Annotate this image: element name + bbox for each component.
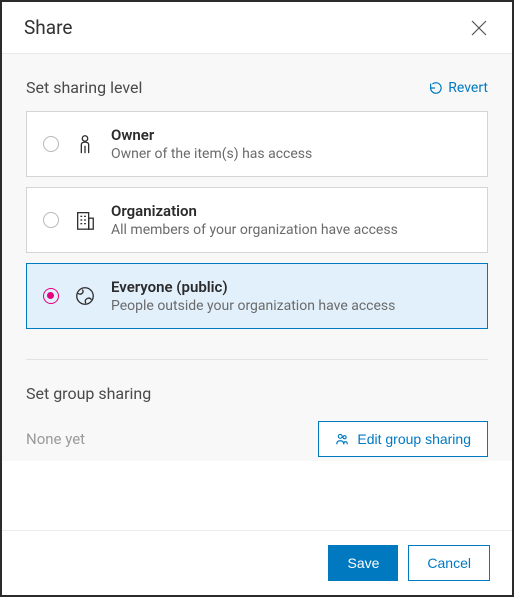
dialog-footer: Save Cancel (2, 530, 512, 595)
group-sharing-row: None yet Edit group sharing (26, 421, 488, 457)
option-desc: All members of your organization have ac… (111, 222, 398, 238)
group-icon (335, 432, 349, 446)
sharing-option-owner[interactable]: Owner Owner of the item(s) has access (26, 111, 488, 177)
group-sharing-title: Set group sharing (26, 384, 488, 403)
option-desc: Owner of the item(s) has access (111, 146, 312, 162)
globe-icon (73, 284, 97, 308)
cancel-button[interactable]: Cancel (408, 545, 490, 581)
group-sharing-none: None yet (26, 430, 85, 448)
revert-label: Revert (448, 80, 488, 96)
sharing-level-head: Set sharing level Revert (26, 78, 488, 97)
option-desc: People outside your organization have ac… (111, 298, 395, 314)
option-label: Organization (111, 202, 398, 220)
radio-organization[interactable] (43, 212, 59, 228)
revert-icon (428, 81, 442, 95)
section-divider (26, 359, 488, 360)
save-button[interactable]: Save (328, 545, 398, 581)
dialog-title: Share (24, 16, 72, 39)
sharing-option-organization[interactable]: Organization All members of your organiz… (26, 187, 488, 253)
edit-group-sharing-label: Edit group sharing (357, 431, 471, 447)
option-label: Owner (111, 126, 312, 144)
close-icon (470, 19, 488, 37)
dialog-header: Share (2, 2, 512, 54)
radio-everyone[interactable] (43, 288, 59, 304)
organization-icon (73, 208, 97, 232)
sharing-level-title: Set sharing level (26, 78, 142, 97)
close-button[interactable] (468, 17, 490, 39)
sharing-options: Owner Owner of the item(s) has access Or… (26, 111, 488, 329)
revert-button[interactable]: Revert (428, 80, 488, 96)
person-icon (73, 132, 97, 156)
sharing-option-everyone[interactable]: Everyone (public) People outside your or… (26, 263, 488, 329)
edit-group-sharing-button[interactable]: Edit group sharing (318, 421, 488, 457)
option-label: Everyone (public) (111, 278, 395, 296)
dialog-body: Set sharing level Revert Owner Owner of … (2, 54, 512, 461)
radio-owner[interactable] (43, 136, 59, 152)
